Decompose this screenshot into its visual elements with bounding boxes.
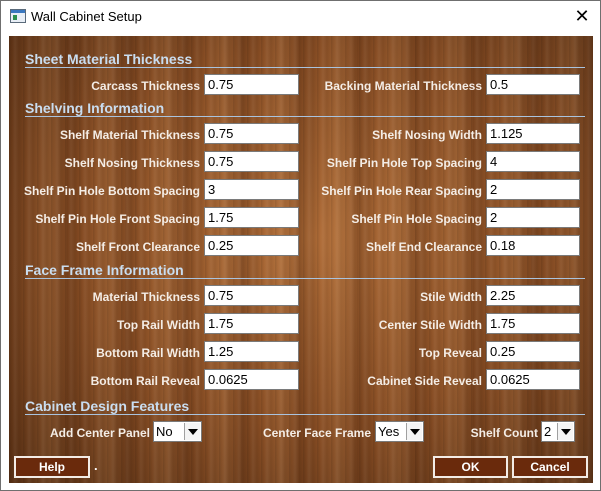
cancel-button[interactable]: Cancel xyxy=(512,456,588,478)
dialog-body: Sheet Material Thickness Carcass Thickne… xyxy=(9,36,593,483)
backing-thickness-input[interactable] xyxy=(486,74,580,95)
cabinet-side-reveal-label: Cabinet Side Reveal xyxy=(367,374,482,388)
shelf-nosing-thickness-input[interactable] xyxy=(204,151,299,172)
shelf-end-clearance-label: Shelf End Clearance xyxy=(365,240,482,254)
add-center-panel-value: No xyxy=(156,424,173,439)
shelf-count-label: Shelf Count xyxy=(470,426,538,440)
center-face-frame-dropdown[interactable]: Yes xyxy=(375,421,424,442)
window-icon xyxy=(10,9,26,23)
divider xyxy=(25,278,585,279)
ok-button[interactable]: OK xyxy=(433,456,508,478)
center-stile-width-label: Center Stile Width xyxy=(378,318,482,332)
chevron-down-icon[interactable] xyxy=(406,423,422,440)
center-face-frame-label: Center Face Frame xyxy=(262,426,371,440)
add-center-panel-dropdown[interactable]: No xyxy=(153,421,202,442)
stile-width-label: Stile Width xyxy=(420,290,482,304)
shelf-count-dropdown[interactable]: 2 xyxy=(541,421,575,442)
status-dot: . xyxy=(94,458,98,473)
pin-hole-bottom-spacing-label: Shelf Pin Hole Bottom Spacing xyxy=(23,184,200,198)
pin-hole-bottom-spacing-input[interactable] xyxy=(204,179,299,200)
section-design-features: Cabinet Design Features xyxy=(25,398,190,414)
bottom-rail-reveal-input[interactable] xyxy=(204,369,299,390)
shelf-end-clearance-input[interactable] xyxy=(486,235,580,256)
shelf-count-value: 2 xyxy=(544,424,552,439)
divider xyxy=(25,116,585,117)
shelf-front-clearance-input[interactable] xyxy=(204,235,299,256)
section-face-frame: Face Frame Information xyxy=(25,262,184,278)
close-icon[interactable]: ✕ xyxy=(564,1,600,32)
pin-hole-front-spacing-label: Shelf Pin Hole Front Spacing xyxy=(35,212,200,226)
center-stile-width-input[interactable] xyxy=(486,313,580,334)
face-material-thickness-input[interactable] xyxy=(204,285,299,306)
chevron-down-icon[interactable] xyxy=(184,423,200,440)
carcass-thickness-label: Carcass Thickness xyxy=(91,79,200,93)
section-shelving: Shelving Information xyxy=(25,100,165,116)
shelf-front-clearance-label: Shelf Front Clearance xyxy=(75,240,200,254)
help-button[interactable]: Help xyxy=(14,456,90,478)
backing-thickness-label: Backing Material Thickness xyxy=(324,79,482,93)
pin-hole-top-spacing-input[interactable] xyxy=(486,151,580,172)
pin-hole-rear-spacing-input[interactable] xyxy=(486,179,580,200)
title-bar: Wall Cabinet Setup ✕ xyxy=(1,1,600,32)
cabinet-side-reveal-input[interactable] xyxy=(486,369,580,390)
shelf-nosing-width-input[interactable] xyxy=(486,123,580,144)
chevron-down-icon[interactable] xyxy=(557,423,573,440)
pin-hole-rear-spacing-label: Shelf Pin Hole Rear Spacing xyxy=(321,184,482,198)
window-title: Wall Cabinet Setup xyxy=(31,9,142,24)
top-reveal-input[interactable] xyxy=(486,341,580,362)
bottom-rail-width-input[interactable] xyxy=(204,341,299,362)
divider xyxy=(25,67,585,68)
shelf-nosing-width-label: Shelf Nosing Width xyxy=(372,128,482,142)
shelf-material-thickness-input[interactable] xyxy=(204,123,299,144)
shelf-material-thickness-label: Shelf Material Thickness xyxy=(59,128,200,142)
stile-width-input[interactable] xyxy=(486,285,580,306)
dialog-window: Wall Cabinet Setup ✕ Sheet Material Thic… xyxy=(0,0,601,491)
section-sheet-material: Sheet Material Thickness xyxy=(25,51,193,67)
pin-hole-spacing-input[interactable] xyxy=(486,207,580,228)
shelf-nosing-thickness-label: Shelf Nosing Thickness xyxy=(64,156,200,170)
pin-hole-spacing-label: Shelf Pin Hole Spacing xyxy=(351,212,482,226)
bottom-rail-width-label: Bottom Rail Width xyxy=(96,346,200,360)
center-face-frame-value: Yes xyxy=(378,424,400,439)
divider xyxy=(25,414,585,415)
pin-hole-front-spacing-input[interactable] xyxy=(204,207,299,228)
face-material-thickness-label: Material Thickness xyxy=(92,290,200,304)
bottom-rail-reveal-label: Bottom Rail Reveal xyxy=(90,374,200,388)
pin-hole-top-spacing-label: Shelf Pin Hole Top Spacing xyxy=(326,156,482,170)
top-rail-width-input[interactable] xyxy=(204,313,299,334)
carcass-thickness-input[interactable] xyxy=(204,74,299,95)
add-center-panel-label: Add Center Panel xyxy=(49,426,150,440)
top-reveal-label: Top Reveal xyxy=(418,346,482,360)
top-rail-width-label: Top Rail Width xyxy=(117,318,200,332)
